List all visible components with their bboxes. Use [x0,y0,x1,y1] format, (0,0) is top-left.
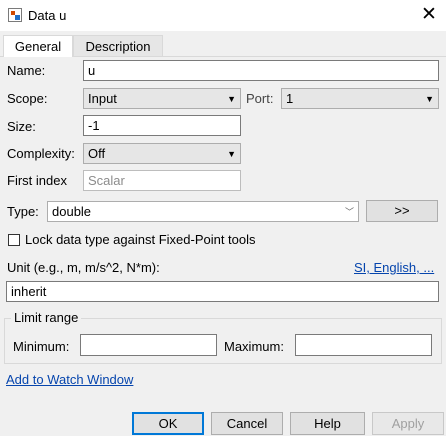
maximum-field[interactable] [295,334,432,356]
size-field[interactable]: -1 [83,115,241,136]
port-label: Port: [246,91,274,106]
apply-button[interactable]: Apply [372,412,444,435]
cancel-button[interactable]: Cancel [211,412,283,435]
close-icon[interactable]: ✕ [418,4,440,26]
first-index-label: First index [7,173,67,188]
port-dropdown[interactable]: 1 ▼ [281,88,439,109]
chevron-down-icon: ﹀ [344,207,354,217]
name-field[interactable]: u [83,60,439,81]
help-button[interactable]: Help [290,412,365,435]
unit-field[interactable]: inherit [6,281,439,302]
unit-label: Unit (e.g., m, m/s^2, N*m): [7,260,160,275]
lock-data-type-label: Lock data type against Fixed-Point tools [25,232,256,247]
type-value: double [52,204,92,219]
type-combobox[interactable]: double ﹀ [47,201,359,222]
type-label: Type: [7,204,39,219]
limit-range-label: Limit range [11,310,82,326]
title-bar [0,0,446,31]
tab-general[interactable]: General [3,35,73,57]
tab-description[interactable]: Description [73,35,163,56]
unit-systems-link[interactable]: SI, English, ... [354,260,434,275]
complexity-value: Off [88,146,106,161]
chevron-down-icon: ▼ [227,149,236,159]
complexity-label: Complexity: [7,146,75,161]
chevron-down-icon: ▼ [227,94,236,104]
window-title: Data u [28,8,67,23]
data-type-assistant-button[interactable]: >> [366,200,438,222]
complexity-dropdown[interactable]: Off ▼ [83,143,241,164]
first-index-field[interactable]: Scalar [83,170,241,191]
app-icon [8,8,22,22]
minimum-label: Minimum: [13,339,70,354]
minimum-field[interactable] [80,334,217,356]
name-label: Name: [7,63,46,78]
scope-dropdown[interactable]: Input ▼ [83,88,241,109]
size-label: Size: [7,119,36,134]
maximum-label: Maximum: [224,339,284,354]
port-value: 1 [286,91,294,106]
chevron-down-icon: ▼ [425,94,434,104]
scope-label: Scope: [7,91,48,106]
ok-button[interactable]: OK [132,412,204,435]
scope-value: Input [88,91,117,106]
lock-data-type-checkbox[interactable] [8,234,20,246]
add-to-watch-window-link[interactable]: Add to Watch Window [6,372,133,387]
